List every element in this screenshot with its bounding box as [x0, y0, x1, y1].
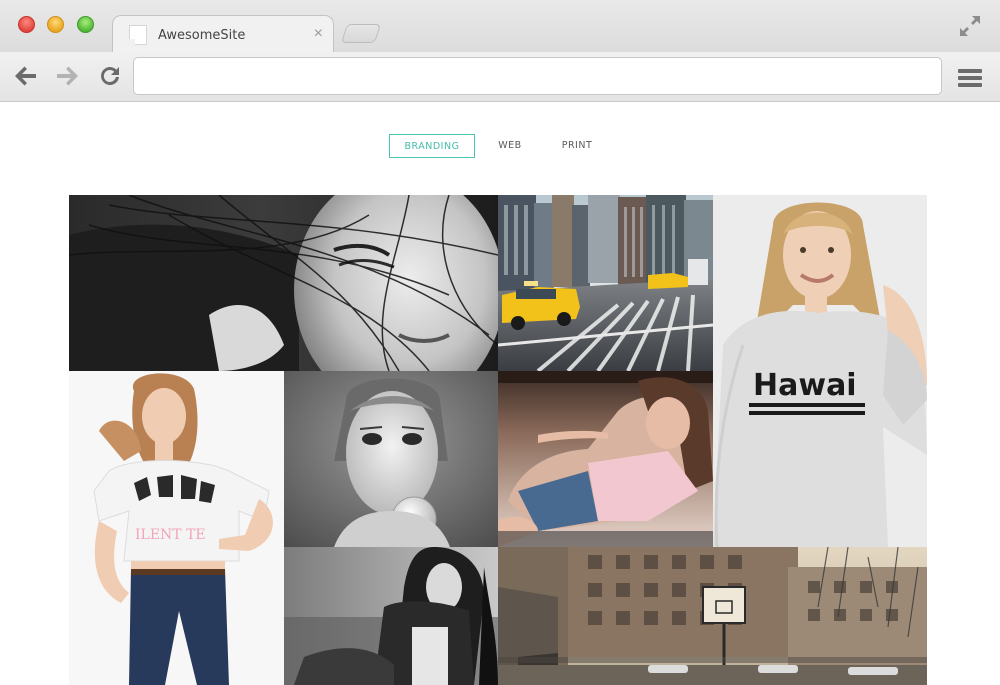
gallery-image-tshirt-model[interactable]: ILENT TE [69, 371, 284, 685]
filter-print[interactable]: PRINT [555, 134, 599, 158]
address-bar[interactable] [133, 57, 942, 95]
gallery-image-reclining-model[interactable] [498, 371, 713, 547]
gallery-image-leather-jacket[interactable] [284, 547, 498, 685]
portfolio-gallery: Hawai ILENT TE [69, 195, 927, 685]
browser-toolbar [0, 52, 1000, 102]
page-icon [129, 25, 147, 45]
title-bar: AwesomeSite × [0, 0, 1000, 53]
tab-close-icon[interactable]: × [314, 24, 323, 44]
filter-web[interactable]: WEB [490, 134, 530, 158]
menu-icon[interactable] [956, 66, 984, 90]
gallery-image-bw-portrait[interactable] [69, 195, 498, 371]
zoom-window-button[interactable] [77, 16, 94, 33]
filter-branding[interactable]: BRANDING [389, 134, 475, 158]
minimize-window-button[interactable] [47, 16, 64, 33]
gallery-image-city-street[interactable] [498, 195, 713, 371]
gallery-image-hawaii-model[interactable]: Hawai [713, 195, 927, 547]
new-tab-button[interactable] [340, 24, 382, 43]
forward-arrow-icon[interactable] [53, 62, 81, 90]
reload-icon[interactable] [96, 62, 124, 90]
svg-text:ILENT TE: ILENT TE [135, 527, 206, 543]
fullscreen-icon[interactable] [958, 14, 982, 38]
page-content: BRANDING WEB PRINT Hawai ILENT TE [0, 102, 1000, 685]
gallery-image-basketball-court[interactable] [498, 547, 927, 685]
gallery-image-bubblegum-portrait[interactable] [284, 371, 498, 547]
browser-window: AwesomeSite × BRANDING WEB PRINT Hawai I… [0, 0, 1000, 685]
browser-tab[interactable]: AwesomeSite × [112, 15, 334, 53]
portfolio-filter-nav: BRANDING WEB PRINT [0, 134, 1000, 160]
sweatshirt-print: Hawai [753, 368, 857, 403]
close-window-button[interactable] [18, 16, 35, 33]
tab-title: AwesomeSite [158, 28, 246, 43]
back-arrow-icon[interactable] [12, 62, 40, 90]
